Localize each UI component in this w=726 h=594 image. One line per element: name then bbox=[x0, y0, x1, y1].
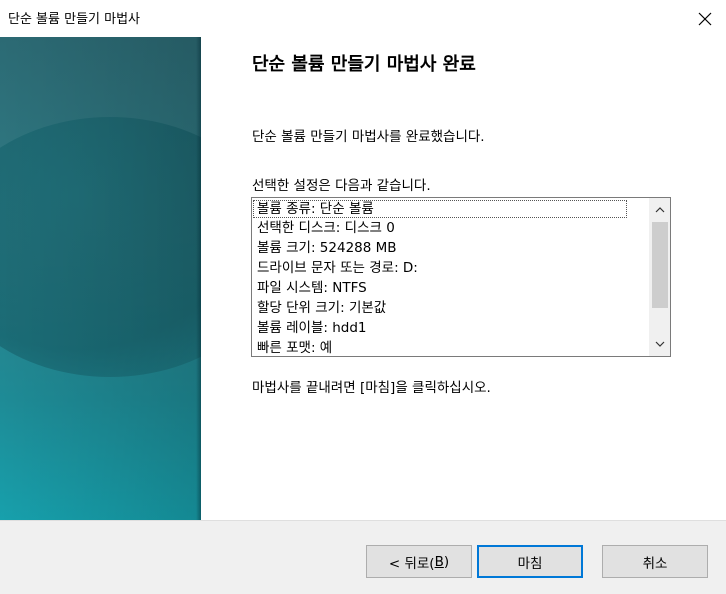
close-button[interactable] bbox=[684, 0, 726, 37]
summary-line: 선택한 디스크: 디스크 0 bbox=[257, 220, 395, 236]
scroll-down-button[interactable] bbox=[649, 334, 670, 354]
finish-button[interactable]: 마침 bbox=[477, 545, 583, 578]
wizard-side-banner bbox=[0, 37, 201, 520]
cancel-button-label: 취소 bbox=[642, 555, 668, 572]
title-bar: 단순 볼륨 만들기 마법사 bbox=[0, 0, 726, 37]
finish-button-label: 마침 bbox=[517, 555, 543, 572]
chevron-up-icon bbox=[655, 207, 664, 213]
completed-text: 단순 볼륨 만들기 마법사를 완료했습니다. bbox=[252, 129, 485, 145]
back-button-prefix: < 뒤로( bbox=[388, 555, 435, 572]
summary-line: 파일 시스템: NTFS bbox=[257, 280, 367, 296]
window-title: 단순 볼륨 만들기 마법사 bbox=[8, 12, 140, 27]
settings-summary-box[interactable]: 볼륨 종류: 단순 볼륨 선택한 디스크: 디스크 0 볼륨 크기: 52428… bbox=[251, 197, 671, 357]
finish-instruction: 마법사를 끝내려면 [마침]을 클릭하십시오. bbox=[252, 380, 491, 396]
summary-line: 볼륨 종류: 단순 볼륨 bbox=[253, 200, 627, 218]
summary-line: 빠른 포맷: 예 bbox=[257, 340, 333, 356]
scroll-up-button[interactable] bbox=[649, 200, 670, 220]
settings-summary-list: 볼륨 종류: 단순 볼륨 선택한 디스크: 디스크 0 볼륨 크기: 52428… bbox=[252, 198, 649, 356]
back-button[interactable]: < 뒤로(B) bbox=[366, 545, 472, 578]
chevron-down-icon bbox=[655, 341, 664, 347]
settings-intro: 선택한 설정은 다음과 같습니다. bbox=[252, 178, 431, 194]
back-button-mnemonic: B bbox=[434, 553, 444, 570]
scroll-thumb[interactable] bbox=[652, 222, 668, 308]
summary-line: 볼륨 크기: 524288 MB bbox=[257, 240, 397, 256]
page-heading: 단순 볼륨 만들기 마법사 완료 bbox=[252, 54, 476, 75]
cancel-button[interactable]: 취소 bbox=[602, 545, 708, 578]
summary-line: 볼륨 레이블: hdd1 bbox=[257, 320, 367, 336]
vertical-scrollbar[interactable] bbox=[649, 198, 670, 356]
back-button-suffix: ) bbox=[443, 553, 450, 570]
summary-line: 드라이브 문자 또는 경로: D: bbox=[257, 260, 418, 276]
close-icon bbox=[698, 12, 712, 25]
summary-line: 할당 단위 크기: 기본값 bbox=[257, 300, 387, 316]
